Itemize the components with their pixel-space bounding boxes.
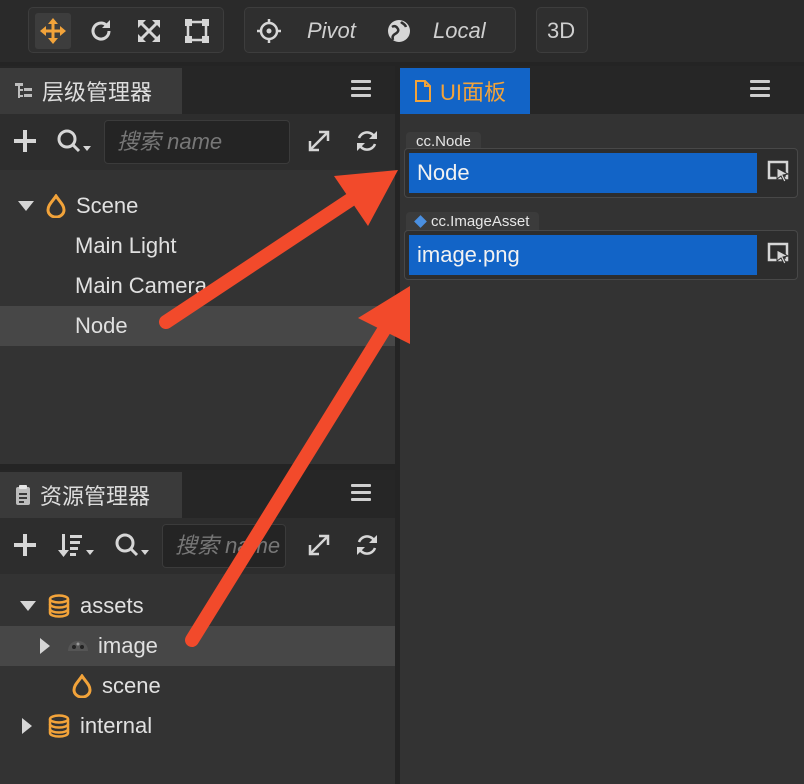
sort-button[interactable] [58,532,98,560]
rotate-icon [91,20,111,41]
assets-toolbar: 搜索 name [0,518,395,574]
tab-assets[interactable]: 资源管理器 [0,472,182,518]
image-asset-field[interactable]: image.png [404,230,798,280]
mode-3d-button[interactable]: 3D [536,7,588,53]
collapsed-triangle-icon[interactable] [22,718,32,734]
sort-icon [58,534,94,557]
refresh-icon [357,535,377,555]
crosshair-icon [257,19,281,43]
assets-menu-icon[interactable] [351,484,371,502]
ui-panel-header: UI面板 [400,66,804,114]
pivot-label[interactable]: Pivot [307,16,356,46]
add-asset-plus-icon[interactable] [12,532,38,558]
scale-tool-button[interactable] [131,13,167,49]
move-tool-button[interactable] [35,13,71,49]
scene-flame-icon [72,674,92,698]
tab-ui-panel[interactable]: UI面板 [400,68,530,114]
collapsed-triangle-icon[interactable] [40,638,50,654]
assets-tree: assets image scene internal [0,574,395,784]
imageasset-type-text: cc.ImageAsset [431,213,530,230]
hierarchy-panel-header: 层级管理器 [0,66,395,114]
assets-title: 资源管理器 [40,484,151,509]
search-icon [57,129,91,153]
ui-panel-title: UI面板 [440,80,507,105]
database-icon [48,714,70,738]
assets-panel-header: 资源管理器 [0,470,395,518]
tree-item-node[interactable]: Node [0,306,395,346]
expand-diagonal-icon [308,534,330,556]
tree-icon [15,83,32,98]
hierarchy-menu-icon[interactable] [351,80,371,98]
pick-cursor-icon [767,242,790,265]
search-icon [115,533,149,557]
tree-item-main-light[interactable]: Main Light [0,226,395,266]
hierarchy-search-input[interactable]: 搜索 name [104,120,290,164]
local-button[interactable] [381,13,417,49]
ui-panel: UI面板 cc.Node Node cc.ImageAsset image.pn… [400,66,804,784]
asset-item-assets[interactable]: assets [0,586,395,626]
asset-item-scene[interactable]: scene [0,666,395,706]
hierarchy-panel: 层级管理器 搜索 name Scene Main Light Main Came… [0,66,395,464]
asset-item-label: assets [80,593,144,618]
asset-item-label: image [98,633,158,658]
pick-node-button[interactable] [767,160,791,184]
assets-search-input[interactable]: 搜索 name [162,524,286,568]
asset-item-label: internal [80,713,153,738]
refresh-button[interactable] [354,128,380,154]
add-node-plus-icon[interactable] [12,128,38,154]
search-filter-button[interactable] [56,128,94,156]
globe-icon [388,20,410,42]
scene-flame-icon [46,194,66,218]
assets-refresh-button[interactable] [354,532,380,558]
document-icon [415,80,431,102]
imageasset-type-label: cc.ImageAsset [406,212,540,232]
tree-item-label: Main Camera [75,273,208,298]
asset-item-internal[interactable]: internal [0,706,395,746]
asset-item-image[interactable]: image [0,626,395,666]
assets-expand-all-button[interactable] [306,532,332,558]
asset-item-label: scene [102,673,161,698]
tree-item-main-camera[interactable]: Main Camera [0,266,395,306]
scale-arrows-icon [138,20,160,42]
assets-search-filter-button[interactable] [114,532,152,560]
hierarchy-toolbar: 搜索 name [0,114,395,170]
expand-diagonal-icon [308,130,330,152]
ui-panel-menu-icon[interactable] [750,80,770,98]
pick-asset-button[interactable] [767,242,791,266]
tree-item-label: Node [75,313,128,338]
clipboard-icon [16,485,30,505]
move-arrows-icon [40,18,66,44]
rect-tool-button[interactable] [179,13,215,49]
tree-item-label: Scene [76,193,139,218]
mode-3d-label: 3D [547,18,576,43]
local-label[interactable]: Local [433,16,486,46]
expanded-triangle-icon[interactable] [20,600,36,612]
rect-transform-icon [185,19,209,43]
tree-item-scene[interactable]: Scene [0,186,395,226]
database-icon [48,594,70,618]
top-toolbar: Pivot Local 3D [0,0,804,62]
node-field-value[interactable]: Node [409,153,757,193]
image-asset-field-value[interactable]: image.png [409,235,757,275]
rotate-tool-button[interactable] [83,13,119,49]
pivot-local-group: Pivot Local [244,7,516,53]
refresh-icon [357,131,377,151]
expand-all-button[interactable] [306,128,332,154]
pick-cursor-icon [767,160,790,183]
transform-tool-group [28,7,224,53]
diamond-icon [414,215,427,228]
hierarchy-tree: Scene Main Light Main Camera Node [0,170,395,464]
tree-item-label: Main Light [75,233,177,258]
image-folder-icon [68,641,88,651]
hierarchy-title: 层级管理器 [42,80,153,105]
node-field[interactable]: Node [404,148,798,198]
expanded-triangle-icon[interactable] [18,200,34,212]
pivot-button[interactable] [251,13,287,49]
tab-hierarchy[interactable]: 层级管理器 [0,68,182,114]
assets-panel: 资源管理器 搜索 name assets image scene interna… [0,470,395,784]
